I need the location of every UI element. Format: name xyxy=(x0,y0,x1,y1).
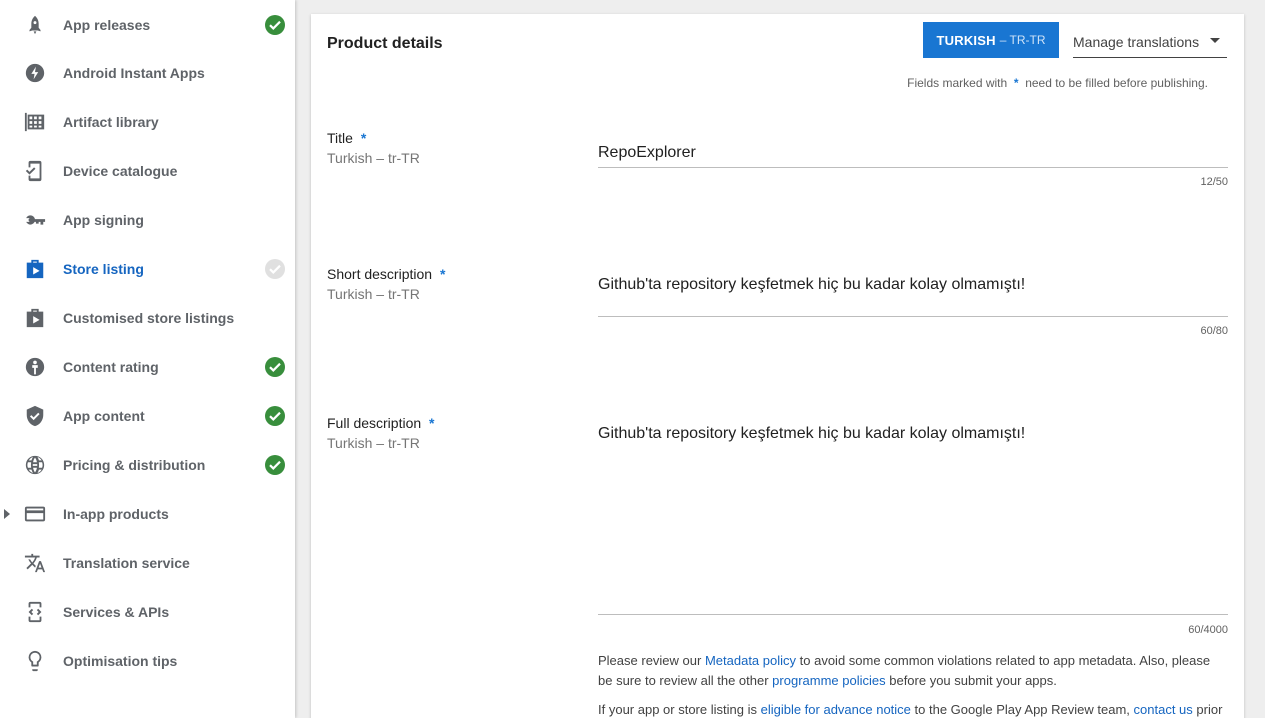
short-description-label-text: Short description xyxy=(327,266,433,282)
sidebar-item-services-apis[interactable]: Services & APIs xyxy=(0,587,295,636)
full-description-input[interactable]: Github'ta repository keşfetmek hiç bu ka… xyxy=(598,423,1228,615)
policy-text: prior xyxy=(1196,702,1223,717)
sidebar-item-label: Artifact library xyxy=(63,113,159,130)
sidebar-item-label: App content xyxy=(63,407,145,424)
lightbulb-icon xyxy=(23,649,47,673)
manage-translations-dropdown[interactable]: Manage translations xyxy=(1073,26,1227,58)
required-star: * xyxy=(1013,76,1019,90)
sidebar-item-customised-store-listings[interactable]: Customised store listings xyxy=(0,293,295,342)
advance-notice-note: If your app or store listing is eligible… xyxy=(598,700,1228,718)
title-label-text: Title xyxy=(327,130,353,146)
sidebar-item-content-rating[interactable]: Content rating xyxy=(0,342,295,391)
metadata-policy-link[interactable]: Metadata policy xyxy=(705,653,796,668)
required-star: * xyxy=(429,415,435,431)
sidebar-item-label: Optimisation tips xyxy=(63,652,178,669)
policy-text: to the Google Play App Review team, xyxy=(914,702,1130,717)
sidebar-item-android-instant-apps[interactable]: Android Instant Apps xyxy=(0,48,295,97)
check-circle-icon xyxy=(265,14,285,35)
sidebar-item-artifact-library[interactable]: Artifact library xyxy=(0,97,295,146)
language-name: TURKISH xyxy=(936,32,996,48)
sidebar-item-pricing-distribution[interactable]: Pricing & distribution xyxy=(0,440,295,489)
sidebar-item-label: Pricing & distribution xyxy=(63,456,206,473)
sidebar-item-label: Services & APIs xyxy=(63,603,170,620)
title-language: Turkish – tr-TR xyxy=(327,150,420,166)
globe-icon xyxy=(23,453,47,477)
short-description-input[interactable]: Github'ta repository keşfetmek hiç bu ka… xyxy=(598,274,1228,317)
policy-text: If your app or store listing is xyxy=(598,702,757,717)
sidebar-item-app-content[interactable]: App content xyxy=(0,391,295,440)
shield-check-icon xyxy=(23,404,47,428)
sidebar-item-device-catalogue[interactable]: Device catalogue xyxy=(0,146,295,195)
check-circle-icon xyxy=(265,405,285,426)
check-circle-icon xyxy=(265,454,285,475)
contact-us-link[interactable]: contact us xyxy=(1134,702,1193,717)
sidebar-item-label: Android Instant Apps xyxy=(63,64,205,81)
grid-icon xyxy=(23,110,47,134)
full-description-char-counter: 60/4000 xyxy=(1188,624,1228,636)
sidebar-item-label: Device catalogue xyxy=(63,162,178,179)
metadata-policy-note: Please review our Metadata policy to avo… xyxy=(598,651,1228,691)
title-label: Title * xyxy=(327,130,366,146)
api-icon xyxy=(23,600,47,624)
required-note-text-end: need to be filled before publishing. xyxy=(1025,76,1208,90)
sidebar-item-translation-service[interactable]: Translation service xyxy=(0,538,295,587)
key-icon xyxy=(23,208,47,232)
full-description-language: Turkish – tr-TR xyxy=(327,435,420,451)
short-description-language: Turkish – tr-TR xyxy=(327,286,420,302)
title-input[interactable] xyxy=(598,138,1228,168)
full-description-label: Full description * xyxy=(327,415,435,431)
caret-right-icon[interactable] xyxy=(3,508,11,519)
sidebar-item-optimisation-tips[interactable]: Optimisation tips xyxy=(0,636,295,685)
advance-notice-link[interactable]: eligible for advance notice xyxy=(761,702,911,717)
sidebar-item-app-signing[interactable]: App signing xyxy=(0,195,295,244)
language-code: – TR-TR xyxy=(999,33,1046,47)
rocket-icon xyxy=(23,13,47,37)
sidebar-item-label: In-app products xyxy=(63,505,169,522)
sidebar-item-in-app-products[interactable]: In-app products xyxy=(0,489,295,538)
sidebar-item-store-listing[interactable]: Store listing xyxy=(0,244,295,293)
check-circle-pending-icon xyxy=(265,258,285,279)
policy-text: Please review our xyxy=(598,653,702,668)
check-circle-icon xyxy=(265,356,285,377)
short-description-label: Short description * xyxy=(327,266,445,282)
product-details-card: Product details TURKISH – TR-TR Manage t… xyxy=(311,14,1244,718)
short-description-char-counter: 60/80 xyxy=(1200,325,1228,337)
translate-icon xyxy=(23,551,47,575)
language-button[interactable]: TURKISH – TR-TR xyxy=(923,22,1059,58)
section-title: Product details xyxy=(327,35,443,52)
title-char-counter: 12/50 xyxy=(1200,176,1228,188)
full-description-label-text: Full description xyxy=(327,415,422,431)
bolt-icon xyxy=(23,61,47,85)
sidebar-item-label: Store listing xyxy=(63,260,144,277)
required-star: * xyxy=(439,266,446,282)
play-store-icon xyxy=(23,306,47,330)
required-note-text: Fields marked with xyxy=(907,76,1008,90)
policy-text: before you submit your apps. xyxy=(889,673,1057,688)
rating-icon xyxy=(23,355,47,379)
manage-translations-label: Manage translations xyxy=(1073,33,1200,50)
card-icon xyxy=(23,502,47,526)
sidebar-item-label: App releases xyxy=(63,16,151,33)
programme-policies-link[interactable]: programme policies xyxy=(772,673,885,688)
device-check-icon xyxy=(23,159,47,183)
sidebar-item-label: Customised store listings xyxy=(63,309,235,326)
play-store-icon xyxy=(23,257,47,281)
sidebar-item-label: Translation service xyxy=(63,554,190,571)
sidebar: App releases Android Instant Apps Artifa… xyxy=(0,0,295,718)
dropdown-arrow-icon xyxy=(1210,38,1220,43)
sidebar-item-app-releases[interactable]: App releases xyxy=(0,0,295,49)
sidebar-item-label: App signing xyxy=(63,211,144,228)
sidebar-item-label: Content rating xyxy=(63,358,159,375)
required-fields-note: Fields marked with * need to be filled b… xyxy=(907,76,1208,90)
required-star: * xyxy=(360,130,367,146)
